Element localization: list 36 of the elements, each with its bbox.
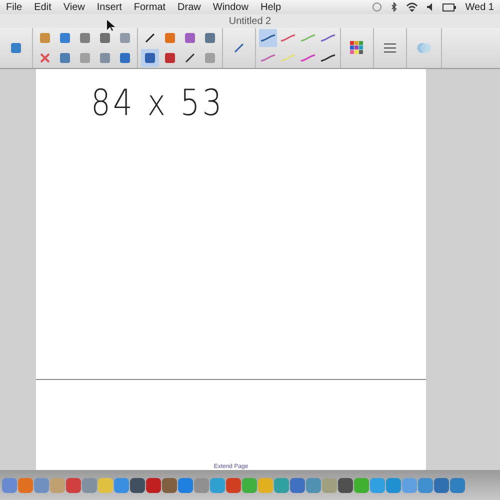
pen-style-button[interactable]: [259, 29, 277, 47]
menu-item[interactable]: Edit: [34, 2, 52, 12]
app-icon[interactable]: [338, 478, 353, 492]
menu-item[interactable]: Insert: [96, 2, 122, 12]
menu-item[interactable]: Format: [134, 2, 166, 12]
app-icon[interactable]: [290, 478, 305, 492]
battery-icon[interactable]: [442, 2, 456, 12]
app-icon[interactable]: [418, 478, 433, 492]
bluetooth-icon[interactable]: [391, 2, 398, 12]
app-icon[interactable]: [162, 478, 177, 492]
app-icon[interactable]: [386, 478, 401, 492]
menu-item[interactable]: File: [6, 2, 22, 12]
app-icon[interactable]: [146, 478, 161, 492]
volume-icon[interactable]: [427, 3, 434, 11]
wifi-icon[interactable]: [406, 2, 418, 12]
app-icon[interactable]: [66, 478, 81, 492]
menu-item[interactable]: Help: [260, 2, 282, 12]
app-icon[interactable]: [178, 478, 193, 492]
menu-item[interactable]: Draw: [178, 2, 201, 12]
menu-item[interactable]: View: [63, 2, 85, 12]
window-title: Untitled 2: [228, 16, 272, 26]
app-icon[interactable]: [450, 478, 465, 492]
handwritten-text: 84 x 53: [91, 83, 224, 124]
app-icon[interactable]: [306, 478, 321, 492]
app-icon[interactable]: [226, 478, 241, 492]
app-icon[interactable]: [130, 478, 145, 492]
color-button[interactable]: [348, 39, 366, 57]
line-icon: [183, 51, 197, 65]
color-grid-icon: [350, 41, 364, 55]
lines-icon: [383, 43, 397, 53]
delete-icon: [38, 51, 52, 65]
circles-icon: [416, 41, 432, 55]
mouse-pointer-icon: [107, 20, 115, 31]
menu-clock[interactable]: Wed 1: [465, 2, 494, 12]
app-icon[interactable]: [434, 478, 449, 492]
menu-item[interactable]: Window: [212, 2, 248, 12]
